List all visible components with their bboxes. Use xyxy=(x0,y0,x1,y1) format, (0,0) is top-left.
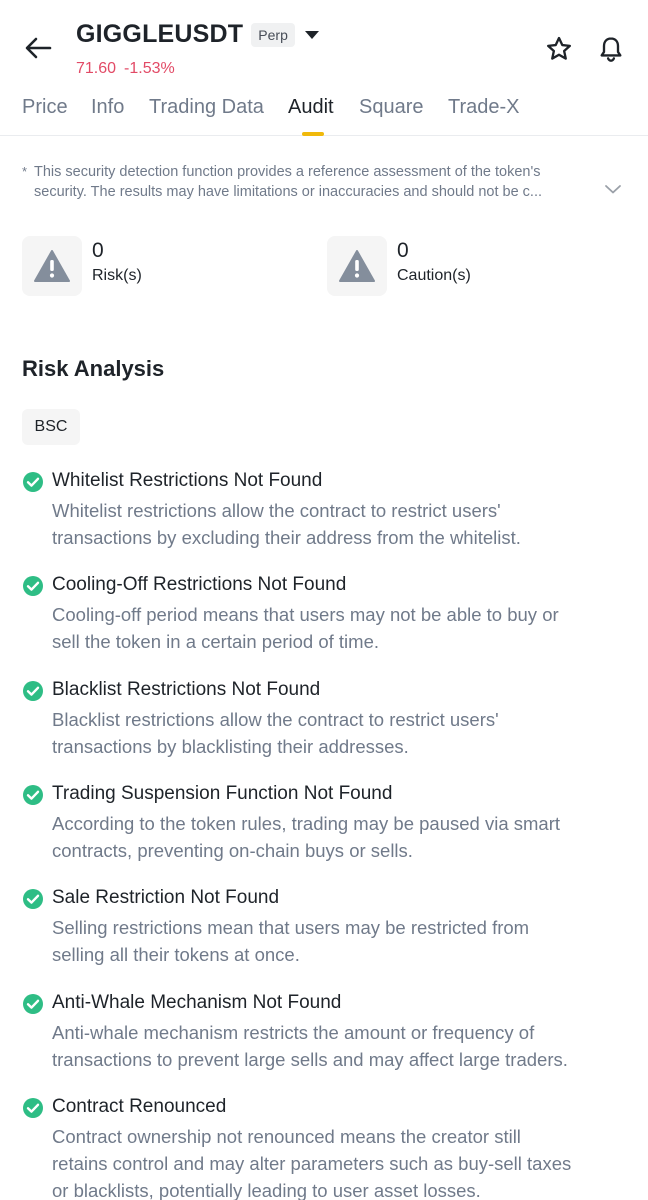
active-tab-indicator xyxy=(302,132,324,136)
price-row: 71.60 -1.53% xyxy=(76,60,175,78)
description-line: Cooling-off period means that users may … xyxy=(52,604,559,625)
description-line: Whitelist restrictions allow the contrac… xyxy=(52,500,501,521)
tab-trade-x[interactable]: Trade-X xyxy=(448,96,520,119)
check-circle-icon xyxy=(23,785,43,805)
star-icon xyxy=(546,36,572,60)
description-line: Anti-whale mechanism restricts the amoun… xyxy=(52,1022,535,1043)
tab-audit[interactable]: Audit xyxy=(288,96,334,119)
symbol-title: GIGGLEUSDT xyxy=(76,20,244,48)
risk-check-description: Contract ownership not renounced means t… xyxy=(52,1123,632,1200)
risk-check-title: Anti-Whale Mechanism Not Found xyxy=(52,992,342,1013)
warning-icon xyxy=(339,250,375,282)
tab-price[interactable]: Price xyxy=(22,96,68,119)
favorite-button[interactable] xyxy=(542,32,576,66)
tab-square[interactable]: Square xyxy=(359,96,424,119)
back-arrow-icon xyxy=(25,37,52,59)
description-line: Contract ownership not renounced means t… xyxy=(52,1126,521,1147)
risk-count-card: 0 Risk(s) xyxy=(22,236,142,296)
caution-count-card: 0 Caution(s) xyxy=(327,236,471,296)
check-circle-icon xyxy=(23,994,43,1014)
risk-check-title: Sale Restriction Not Found xyxy=(52,887,280,908)
check-circle-icon xyxy=(23,681,43,701)
risk-check-description: Cooling-off period means that users may … xyxy=(52,601,632,655)
disclaimer-line: security. The results may have limitatio… xyxy=(34,184,543,200)
bell-icon xyxy=(600,37,622,62)
risk-check-description: Selling restrictions mean that users may… xyxy=(52,914,632,968)
risk-check-description: Whitelist restrictions allow the contrac… xyxy=(52,497,632,551)
check-circle-icon xyxy=(23,1098,43,1118)
description-line: Blacklist restrictions allow the contrac… xyxy=(52,709,499,730)
contract-type-badge: Perp xyxy=(251,22,295,47)
chevron-down-icon[interactable] xyxy=(304,30,319,39)
chain-chip-bsc[interactable]: BSC xyxy=(22,409,80,445)
description-line: sell the token in a certain period of ti… xyxy=(52,631,380,652)
description-line: transactions by blacklisting their addre… xyxy=(52,736,409,757)
caution-label: Caution(s) xyxy=(397,267,471,284)
risk-check-title: Trading Suspension Function Not Found xyxy=(52,783,393,804)
price-change: -1.53% xyxy=(124,60,175,77)
check-circle-icon xyxy=(23,576,43,596)
warning-icon xyxy=(34,250,70,282)
description-line: retains control and may alter parameters… xyxy=(52,1153,572,1174)
disclaimer-marker: * xyxy=(22,164,28,179)
risk-check-description: Anti-whale mechanism restricts the amoun… xyxy=(52,1019,632,1073)
expand-chevron-icon[interactable] xyxy=(604,182,622,196)
notification-button[interactable] xyxy=(594,32,628,66)
last-price: 71.60 xyxy=(76,60,117,77)
tab-trading-data[interactable]: Trading Data xyxy=(149,96,264,119)
description-line: Selling restrictions mean that users may… xyxy=(52,917,530,938)
description-line: selling all their tokens at once. xyxy=(52,944,300,965)
check-circle-icon xyxy=(23,472,43,492)
symbol-selector[interactable]: GIGGLEUSDT Perp xyxy=(76,20,319,49)
back-button[interactable] xyxy=(18,28,58,68)
description-line: or blacklists, potentially leading to us… xyxy=(52,1180,481,1200)
risk-check-description: Blacklist restrictions allow the contrac… xyxy=(52,706,632,760)
description-line: contracts, preventing on-chain buys or s… xyxy=(52,840,413,861)
check-circle-icon xyxy=(23,889,43,909)
disclaimer-line: This security detection function provide… xyxy=(34,164,541,180)
header: GIGGLEUSDT Perp 71.60 -1.53% xyxy=(0,0,648,90)
caution-icon-box xyxy=(327,236,387,296)
risk-analysis-title: Risk Analysis xyxy=(22,356,165,381)
tab-bar: Price Info Trading Data Audit Square Tra… xyxy=(0,92,648,136)
tab-info[interactable]: Info xyxy=(91,96,124,119)
risk-icon-box xyxy=(22,236,82,296)
risk-check-description: According to the token rules, trading ma… xyxy=(52,810,632,864)
risk-check-title: Blacklist Restrictions Not Found xyxy=(52,679,321,700)
risk-count: 0 xyxy=(92,239,104,262)
description-line: transactions by excluding their address … xyxy=(52,527,521,548)
risk-check-title: Contract Renounced xyxy=(52,1096,227,1117)
risk-label: Risk(s) xyxy=(92,267,142,284)
risk-check-title: Cooling-Off Restrictions Not Found xyxy=(52,574,347,595)
caution-count: 0 xyxy=(397,239,409,262)
risk-check-title: Whitelist Restrictions Not Found xyxy=(52,470,323,491)
description-line: transactions to prevent large sells and … xyxy=(52,1049,568,1070)
description-line: According to the token rules, trading ma… xyxy=(52,813,560,834)
